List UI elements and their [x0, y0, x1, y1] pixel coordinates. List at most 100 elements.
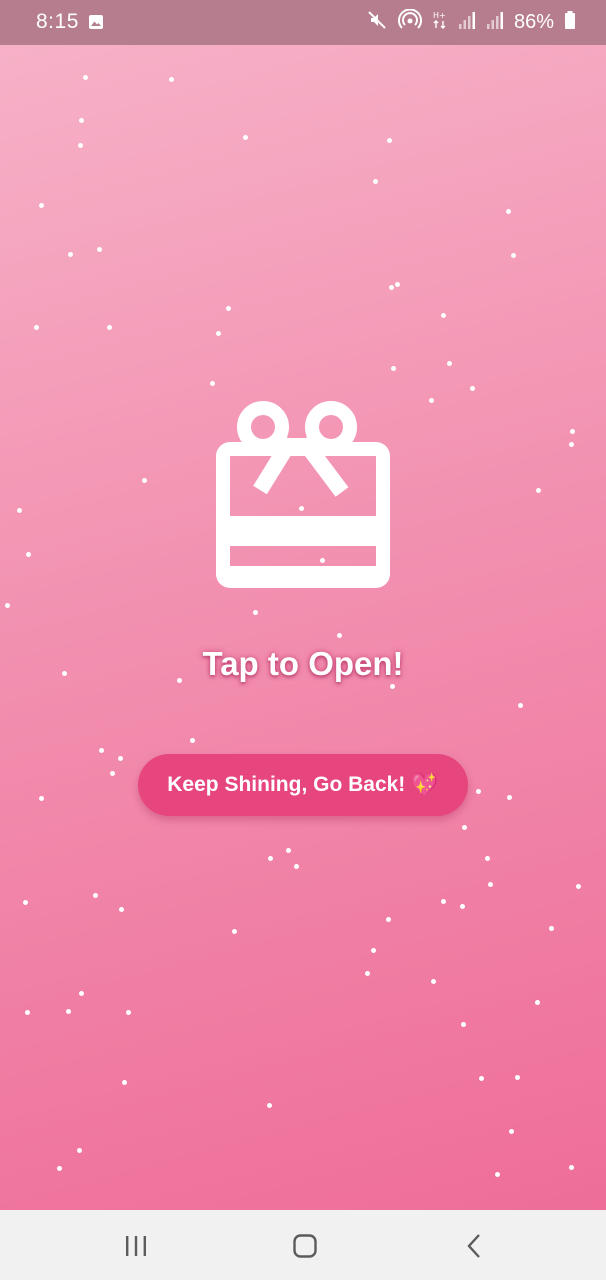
snowflake	[475, 788, 481, 794]
signal-icon	[458, 10, 476, 35]
snowflake	[575, 883, 581, 889]
snowflake	[82, 74, 88, 80]
snowflake	[386, 137, 392, 143]
back-button-label: Keep Shining, Go Back!	[167, 773, 406, 796]
snowflake	[394, 281, 400, 287]
recent-apps-button[interactable]	[106, 1230, 166, 1262]
snowflake	[252, 609, 258, 615]
snowflake	[118, 906, 124, 912]
snowflake	[25, 551, 31, 557]
snowflake	[242, 134, 248, 140]
snowflake	[534, 999, 540, 1005]
snowflake	[92, 892, 98, 898]
snowflake	[65, 1008, 71, 1014]
snowflake	[494, 1171, 500, 1177]
status-icons: H+ 86%	[366, 8, 576, 36]
home-button[interactable]	[275, 1230, 335, 1262]
snowflake	[440, 898, 446, 904]
snowflake	[487, 881, 493, 887]
hplus-data-icon: H+	[432, 9, 448, 36]
signal-icon-2	[486, 10, 504, 35]
snowflake	[125, 1009, 131, 1015]
snowflake	[215, 330, 221, 336]
snowflake	[505, 208, 511, 214]
snowflake	[266, 1102, 272, 1108]
snowflake	[78, 990, 84, 996]
snowflake	[535, 487, 541, 493]
battery-icon	[564, 10, 576, 35]
svg-text:H+: H+	[433, 11, 446, 20]
snowflake	[514, 1074, 520, 1080]
snowflake	[293, 863, 299, 869]
snowflake	[4, 602, 10, 608]
snowflake	[285, 847, 291, 853]
sparkling-heart-icon: 💖	[411, 772, 439, 797]
snowflake	[76, 1147, 82, 1153]
snowflake	[77, 142, 83, 148]
snowflake	[478, 1075, 484, 1081]
snowflake	[446, 360, 452, 366]
snowflake	[364, 970, 370, 976]
status-bar: 8:15 H+ 86%	[0, 0, 606, 45]
snowflake	[96, 246, 102, 252]
snowflake	[106, 324, 112, 330]
snowflake	[117, 755, 123, 761]
snowflake	[38, 795, 44, 801]
snowflake	[372, 178, 378, 184]
snowflake	[189, 737, 195, 743]
snowflake	[568, 1164, 574, 1170]
snowflake	[430, 978, 436, 984]
snowflake	[460, 1021, 466, 1027]
snowflake	[78, 117, 84, 123]
snowflake	[517, 702, 523, 708]
snowflake	[16, 507, 22, 513]
snowflake	[469, 385, 475, 391]
hotspot-icon	[397, 8, 422, 36]
snowflake	[506, 794, 512, 800]
snowflake	[389, 683, 395, 689]
home-icon	[293, 1234, 317, 1258]
navigation-bar	[0, 1210, 606, 1280]
snowflake	[440, 312, 446, 318]
snowflake	[56, 1165, 62, 1171]
snowflake	[168, 76, 174, 82]
snowflake	[336, 632, 342, 638]
snowflake	[459, 903, 465, 909]
snowflake	[67, 251, 73, 257]
snowflake	[121, 1079, 127, 1085]
snowflake	[508, 1128, 514, 1134]
battery-percent: 86%	[513, 10, 554, 33]
gallery-icon	[88, 14, 104, 35]
snowflake	[141, 477, 147, 483]
snowflake	[209, 380, 215, 386]
keep-shining-back-button[interactable]: Keep Shining, Go Back! 💖	[138, 754, 468, 816]
snowflake	[38, 202, 44, 208]
mute-icon	[366, 9, 388, 36]
snowflake	[98, 747, 104, 753]
snowflake	[231, 928, 237, 934]
gift-icon[interactable]	[200, 396, 406, 592]
snowflake	[484, 855, 490, 861]
back-arrow-icon	[467, 1234, 480, 1258]
snowflake	[385, 916, 391, 922]
status-time: 8:15	[36, 10, 79, 33]
back-nav-button[interactable]	[445, 1230, 505, 1262]
snowflake	[267, 855, 273, 861]
recent-apps-icon	[126, 1236, 146, 1256]
snowflake	[388, 284, 394, 290]
snowflake	[569, 428, 575, 434]
snowflake	[390, 365, 396, 371]
snowflake	[461, 824, 467, 830]
tap-to-open-title[interactable]: Tap to Open!	[0, 645, 606, 683]
snowflake	[510, 252, 516, 258]
snowflake	[22, 899, 28, 905]
snow-particles	[0, 0, 606, 1210]
snowflake	[548, 925, 554, 931]
snowflake	[225, 305, 231, 311]
snowflake	[33, 324, 39, 330]
snowflake	[568, 441, 574, 447]
snowflake	[428, 397, 434, 403]
snowflake	[109, 770, 115, 776]
snowflake	[24, 1009, 30, 1015]
app-screen: 8:15 H+ 86% Tap to Open! Keep Shining, G…	[0, 0, 606, 1280]
